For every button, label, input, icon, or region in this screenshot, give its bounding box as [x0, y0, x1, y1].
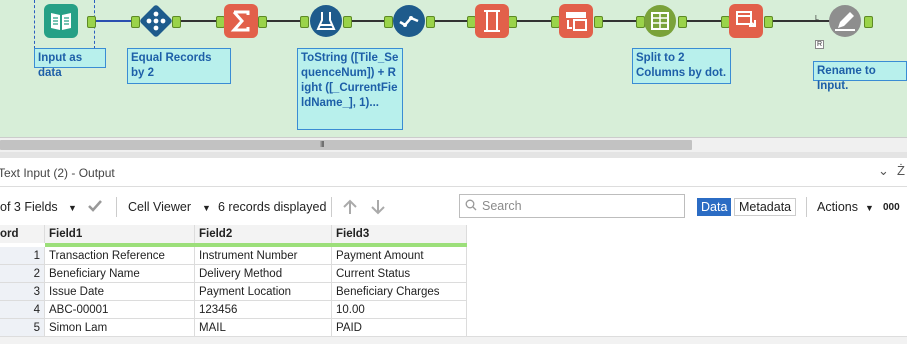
table-cell[interactable]: Delivery Method	[195, 265, 332, 283]
table-cell[interactable]: Transaction Reference	[45, 247, 195, 265]
scrollbar-thumb[interactable]	[0, 140, 692, 150]
table-row[interactable]: 1 Transaction Reference Instrument Number P…	[0, 247, 467, 265]
book-icon[interactable]	[44, 4, 78, 38]
search-icon	[465, 199, 477, 211]
multi-row-formula-icon[interactable]	[392, 4, 426, 38]
output-port[interactable]	[172, 16, 181, 28]
row-number[interactable]: 2	[0, 265, 45, 283]
chevron-down-icon[interactable]: ▼	[865, 203, 874, 213]
canvas-horizontal-scrollbar[interactable]: III	[0, 137, 907, 153]
rename-pencil-icon[interactable]	[828, 4, 862, 38]
header-field1[interactable]: Field1	[45, 225, 195, 243]
chevron-down-icon[interactable]: ▼	[202, 203, 211, 213]
column-icon[interactable]	[475, 4, 509, 38]
output-port[interactable]	[426, 16, 435, 28]
header-field3[interactable]: Field3	[332, 225, 467, 243]
annotation-equal-records: Equal Records by 2	[127, 48, 231, 84]
results-title-bar: Text Input (2) - Output ⌄ Ż	[0, 158, 907, 187]
summarize-sigma-icon[interactable]	[224, 4, 258, 38]
divider	[116, 197, 117, 217]
output-port[interactable]	[508, 16, 517, 28]
table-row[interactable]: 4 ABC-00001 123456 10.00	[0, 301, 467, 319]
table-cell[interactable]: ABC-00001	[45, 301, 195, 319]
output-port[interactable]	[678, 16, 687, 28]
pin-icon[interactable]: Ż	[897, 163, 905, 178]
format-icon[interactable]: 000	[883, 202, 900, 213]
row-number[interactable]: 3	[0, 283, 45, 301]
dynamic-rename-icon[interactable]	[729, 4, 763, 38]
header-field2[interactable]: Field2	[195, 225, 332, 243]
sample-diamond-icon[interactable]	[139, 4, 173, 38]
formula-flask-icon[interactable]	[309, 4, 343, 38]
table-cell[interactable]: PAID	[332, 319, 467, 337]
row-number[interactable]: 1	[0, 247, 45, 265]
output-port[interactable]	[764, 16, 773, 28]
checkmark-icon[interactable]	[86, 197, 104, 218]
divider	[806, 197, 807, 217]
table-cell[interactable]: Simon Lam	[45, 319, 195, 337]
results-title: Text Input (2) - Output	[0, 166, 115, 180]
divider	[331, 197, 332, 217]
output-port[interactable]	[87, 16, 96, 28]
collapse-icon[interactable]: ⌄	[878, 163, 889, 179]
output-label-l: L	[815, 15, 819, 22]
header-record[interactable]: ord	[0, 225, 45, 243]
input-label-r: R	[815, 40, 825, 49]
grid-header-row: ord Field1 Field2 Field3	[0, 225, 467, 247]
search-input[interactable]: Search	[459, 194, 685, 218]
table-cell[interactable]: 123456	[195, 301, 332, 319]
table-cell[interactable]: MAIL	[195, 319, 332, 337]
table-row[interactable]: 5 Simon Lam MAIL PAID	[0, 319, 467, 337]
table-cell[interactable]: 10.00	[332, 301, 467, 319]
transpose-icon[interactable]	[559, 4, 593, 38]
table-cell[interactable]: Beneficiary Name	[45, 265, 195, 283]
table-cell[interactable]: Instrument Number	[195, 247, 332, 265]
scrollbar-grip: III	[320, 140, 325, 149]
connector	[770, 20, 830, 22]
input-port[interactable]	[300, 16, 309, 28]
table-row[interactable]: 3 Issue Date Payment Location Beneficiary C…	[0, 283, 467, 301]
output-port[interactable]	[864, 16, 873, 28]
tab-metadata[interactable]: Metadata	[734, 198, 797, 216]
output-port[interactable]	[343, 16, 352, 28]
annotation-formula: ToString ([Tile_SequenceNum]) + Right ([…	[297, 48, 403, 130]
table-row[interactable]: 2 Beneficiary Name Delivery Method Current …	[0, 265, 467, 283]
table-cell[interactable]: Payment Amount	[332, 247, 467, 265]
fields-selector[interactable]: of 3 Fields	[0, 200, 58, 214]
output-port[interactable]	[594, 16, 603, 28]
arrow-up-icon[interactable]	[341, 198, 359, 219]
table-cell[interactable]: Issue Date	[45, 283, 195, 301]
table-cell[interactable]: Current Status	[332, 265, 467, 283]
table-cell[interactable]: Payment Location	[195, 283, 332, 301]
annotation-split: Split to 2 Columns by dot.	[632, 48, 731, 84]
chevron-down-icon[interactable]: ▼	[68, 203, 77, 213]
records-displayed: 6 records displayed	[218, 200, 327, 214]
tab-data[interactable]: Data	[697, 198, 732, 216]
arrow-down-icon[interactable]	[369, 198, 387, 219]
output-port[interactable]	[258, 16, 267, 28]
row-number[interactable]: 5	[0, 319, 45, 337]
row-number[interactable]: 4	[0, 301, 45, 319]
workflow-canvas[interactable]: L R Input as data Equal Records by 2 ToS…	[0, 0, 907, 137]
annotation-input: Input as data	[34, 48, 106, 79]
search-placeholder: Search	[482, 199, 522, 213]
results-toolbar: of 3 Fields ▼ Cell Viewer ▼ 6 records di…	[0, 187, 907, 227]
cell-viewer-button[interactable]: Cell Viewer	[128, 200, 191, 214]
annotation-rename: Rename to Input.	[813, 61, 907, 92]
text-to-columns-icon[interactable]	[643, 4, 677, 38]
actions-menu[interactable]: Actions	[817, 200, 858, 214]
table-cell[interactable]: Beneficiary Charges	[332, 283, 467, 301]
results-grid[interactable]: ord Field1 Field2 Field3 1 Transaction Re…	[0, 225, 467, 337]
